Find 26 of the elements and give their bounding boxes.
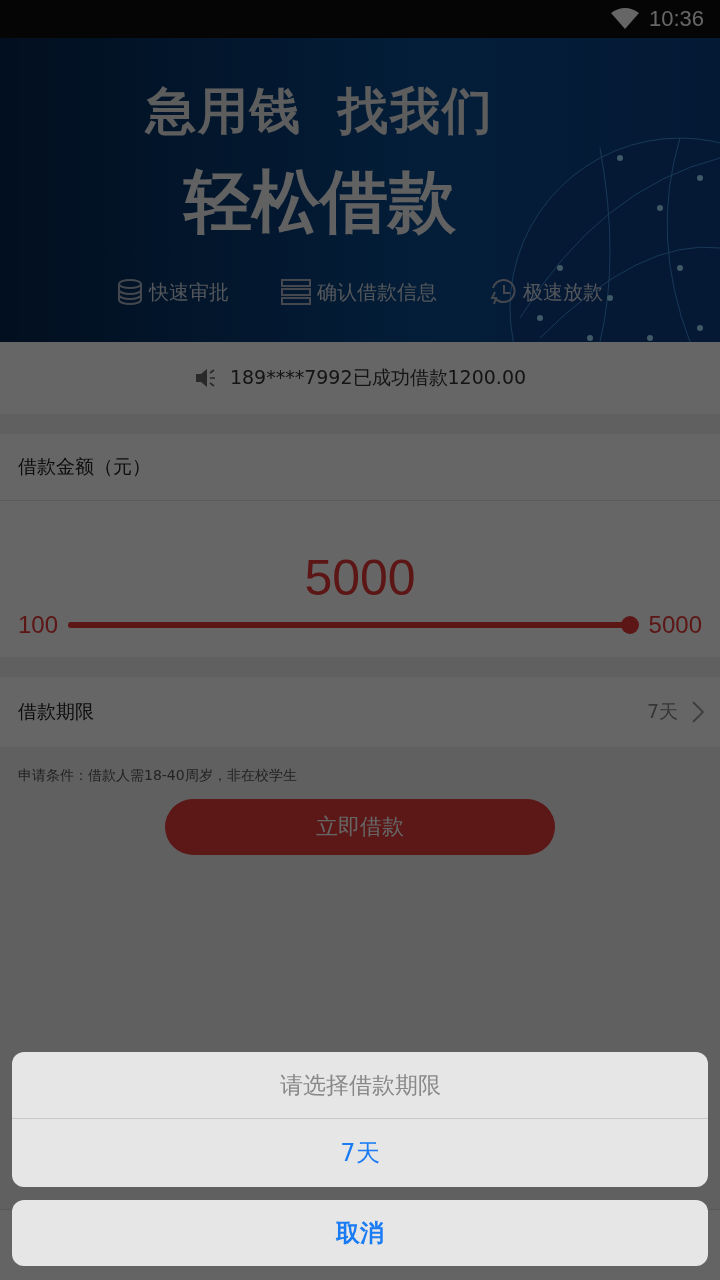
borrow-button[interactable]: 立即借款 — [165, 799, 555, 855]
status-time: 10:36 — [648, 6, 704, 32]
banner-slogan: 找我们 — [338, 81, 494, 142]
picker-title: 请选择借款期限 — [12, 1052, 708, 1119]
speaker-icon — [193, 367, 216, 389]
picker-option[interactable]: 7天 — [12, 1119, 708, 1187]
banner-title: 轻松借款 — [184, 161, 456, 243]
feature-label: 快速审批 — [149, 278, 229, 306]
condition-text: 申请条件：借款人需18-40周岁，非在校学生 — [18, 767, 298, 785]
amount-label: 借款金额（元） — [18, 454, 151, 479]
feature-label: 确认借款信息 — [317, 278, 437, 306]
wifi-icon — [610, 8, 639, 30]
max-amount: 5000 — [648, 611, 702, 639]
amount-slider[interactable] — [68, 616, 639, 634]
clock-icon — [489, 278, 517, 306]
notice-text: 189****7992已成功借款1200.00 — [229, 365, 527, 390]
chevron-right-icon — [692, 701, 704, 723]
min-amount: 100 — [18, 611, 59, 639]
cancel-button[interactable]: 取消 — [12, 1200, 708, 1266]
term-label: 借款期限 — [18, 699, 94, 724]
feature-label: 极速放款 — [523, 278, 603, 306]
server-icon — [281, 279, 311, 305]
banner-slogan: 急用钱 — [146, 81, 302, 142]
coins-icon — [117, 278, 143, 306]
amount-value: 5000 — [303, 549, 417, 607]
slider-thumb[interactable] — [620, 616, 639, 634]
